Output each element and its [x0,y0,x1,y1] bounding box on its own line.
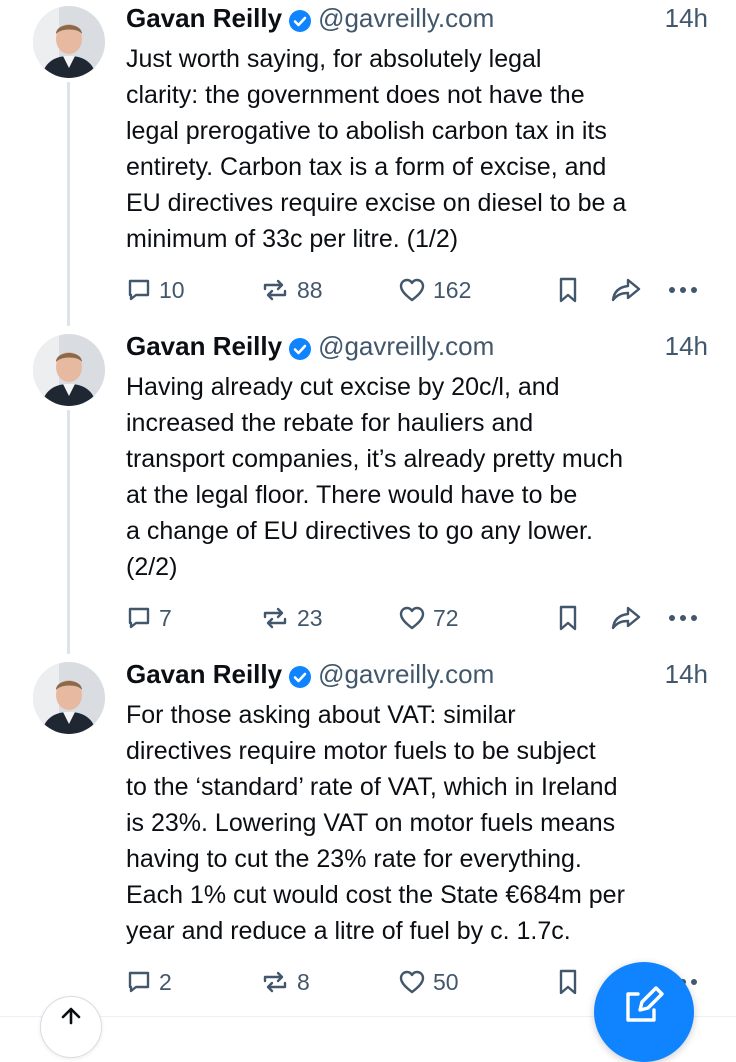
bookmark-button[interactable] [556,962,580,1002]
repost-button[interactable]: 23 [260,598,323,638]
share-button[interactable] [610,270,642,310]
verified-badge-icon [288,6,312,32]
like-count: 162 [433,276,472,303]
compose-button[interactable] [594,962,694,1062]
bookmark-button[interactable] [556,598,580,638]
like-button[interactable]: 162 [398,270,471,310]
more-dots-icon [669,615,697,621]
share-button[interactable] [610,598,642,638]
repost-count: 23 [297,604,323,631]
bookmark-icon [559,969,577,995]
author-handle[interactable]: @gavreilly.com [318,328,494,364]
speech-bubble-icon [128,971,150,993]
more-dots-icon [669,287,697,293]
post-actions: 10 88 162 [126,270,706,310]
avatar[interactable] [33,6,105,78]
arrow-up-icon [61,1007,81,1025]
author-name[interactable]: Gavan Reilly [126,656,282,692]
verified-badge-icon [288,662,312,688]
like-count: 50 [433,968,459,995]
reply-button[interactable]: 2 [126,962,172,1002]
repost-count: 88 [297,276,323,303]
post[interactable]: Gavan Reilly @gavreilly.com 14h Just wor… [0,0,736,326]
bookmark-button[interactable] [556,270,580,310]
repost-count: 8 [297,968,310,995]
avatar[interactable] [33,662,105,734]
author-name[interactable]: Gavan Reilly [126,0,282,36]
like-button[interactable]: 72 [398,598,459,638]
post-actions: 7 23 72 [126,598,706,638]
scroll-to-top-button[interactable] [40,996,102,1058]
heart-icon [399,278,425,302]
repost-button[interactable]: 88 [260,270,323,310]
bookmark-icon [559,605,577,631]
heart-icon [399,606,425,630]
share-arrow-icon [611,606,641,630]
compose-pencil-icon [626,986,664,1022]
repost-button[interactable]: 8 [260,962,310,1002]
repost-arrows-icon [263,607,287,629]
post-text: Having already cut excise by 20c/l, and … [126,373,623,581]
reply-count: 2 [159,968,172,995]
heart-icon [399,970,425,994]
more-options-button[interactable] [668,598,698,638]
bookmark-icon [559,277,577,303]
post-time[interactable]: 14h [665,0,708,36]
repost-arrows-icon [263,279,287,301]
post-text: For those asking about VAT: similar dire… [126,701,625,945]
author-handle[interactable]: @gavreilly.com [318,656,494,692]
reply-button[interactable]: 10 [126,270,185,310]
like-button[interactable]: 50 [398,962,459,1002]
more-options-button[interactable] [668,270,698,310]
reply-count: 7 [159,604,172,631]
post[interactable]: Gavan Reilly @gavreilly.com 14h Having a… [0,328,736,654]
author-handle[interactable]: @gavreilly.com [318,0,494,36]
post-time[interactable]: 14h [665,656,708,692]
speech-bubble-icon [128,279,150,301]
like-count: 72 [433,604,459,631]
speech-bubble-icon [128,607,150,629]
verified-badge-icon [288,334,312,360]
avatar[interactable] [33,334,105,406]
reply-button[interactable]: 7 [126,598,172,638]
post-text: Just worth saying, for absolutely legal … [126,45,627,253]
repost-arrows-icon [263,971,287,993]
reply-count: 10 [159,276,185,303]
author-name[interactable]: Gavan Reilly [126,328,282,364]
post-time[interactable]: 14h [665,328,708,364]
share-arrow-icon [611,278,641,302]
